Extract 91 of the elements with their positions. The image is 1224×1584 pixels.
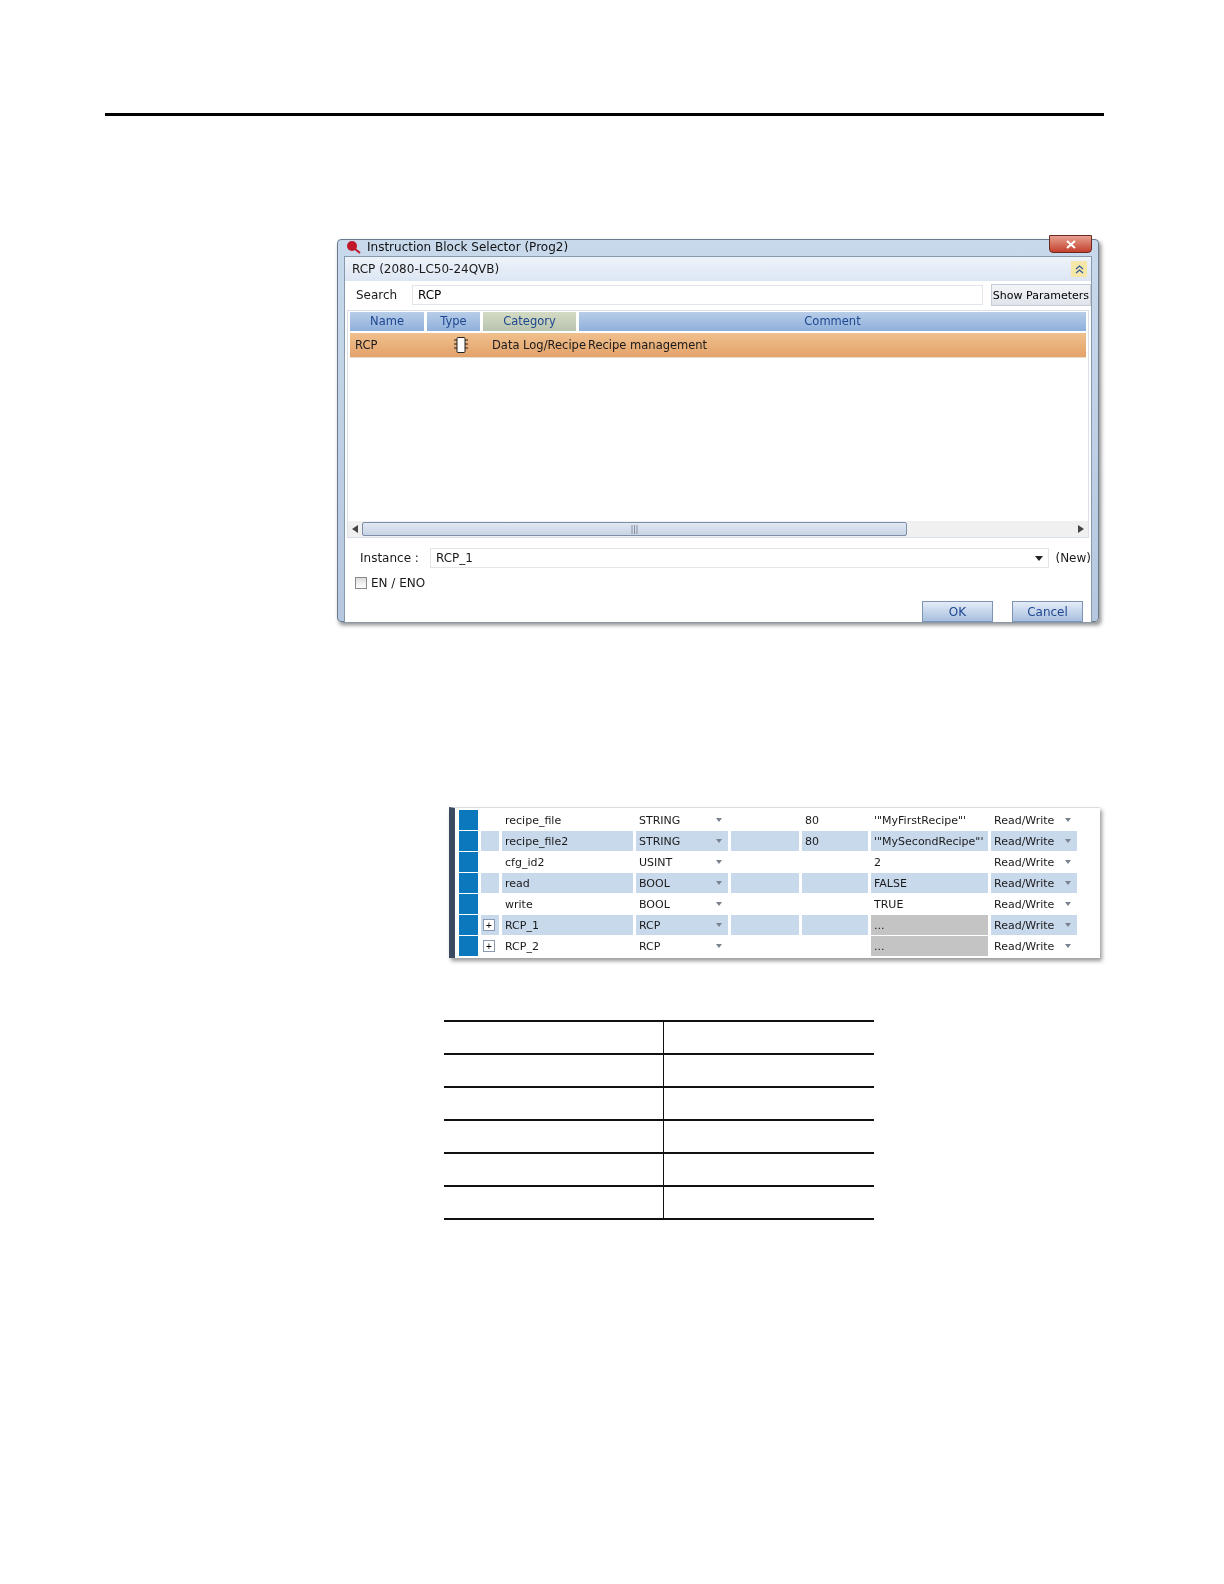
dropdown-arrow-icon xyxy=(1065,860,1071,864)
dropdown-arrow-icon xyxy=(716,923,722,927)
header-text: RCP (2080-LC50-24QVB) xyxy=(352,262,500,276)
dropdown-arrow-icon xyxy=(716,818,722,822)
access-dropdown[interactable]: Read/Write xyxy=(991,894,1077,914)
table-cell xyxy=(802,915,868,935)
close-icon xyxy=(1065,239,1076,249)
type-dropdown[interactable]: BOOL xyxy=(636,873,728,893)
length-cell-text: 80 xyxy=(804,812,820,829)
table-cell xyxy=(731,915,799,935)
dropdown-arrow-icon xyxy=(1065,902,1071,906)
table-cell xyxy=(731,831,799,851)
value-cell: ... xyxy=(871,915,988,935)
value-cell-text: 2 xyxy=(873,854,882,871)
name-cell-text: recipe_file xyxy=(504,812,563,829)
value-cell-text: TRUE xyxy=(873,896,905,913)
row-comment: Recipe management xyxy=(587,338,709,352)
close-button[interactable] xyxy=(1049,235,1092,253)
instance-dropdown[interactable]: RCP_1 xyxy=(430,548,1050,568)
new-label: (New) xyxy=(1054,551,1091,565)
row-category: Data Log/Recipe xyxy=(491,338,584,352)
cancel-button[interactable]: Cancel xyxy=(1012,601,1083,622)
dropdown-arrow-icon xyxy=(1065,818,1071,822)
app-logo-icon xyxy=(346,240,362,254)
value-cell-text: '"MyFirstRecipe"' xyxy=(873,812,968,829)
instance-label: Instance : xyxy=(359,551,420,565)
name-cell: read xyxy=(502,873,633,893)
access-dropdown[interactable]: Read/Write xyxy=(991,810,1077,830)
name-cell: RCP_1 xyxy=(502,915,633,935)
ok-button[interactable]: OK xyxy=(922,601,993,622)
search-label: Search xyxy=(355,288,399,302)
expand-button[interactable]: + xyxy=(483,919,495,931)
access-dropdown[interactable]: Read/Write xyxy=(991,852,1077,872)
type-dropdown[interactable]: RCP xyxy=(636,936,728,956)
dropdown-arrow-icon xyxy=(1065,881,1071,885)
table-cell xyxy=(731,873,799,893)
column-header[interactable]: Type xyxy=(427,312,480,331)
window-title: Instruction Block Selector (Prog2) xyxy=(367,240,569,254)
type-dropdown[interactable]: STRING xyxy=(636,831,728,851)
name-cell-text: write xyxy=(504,896,534,913)
double-chevron-icon xyxy=(1074,264,1084,274)
chip-icon xyxy=(452,336,469,354)
value-cell: ... xyxy=(871,936,988,956)
table-cell xyxy=(802,873,868,893)
right-arrow-icon xyxy=(1078,525,1084,533)
row-marker[interactable] xyxy=(459,852,478,872)
name-cell: recipe_file2 xyxy=(502,831,633,851)
dropdown-arrow-icon xyxy=(1065,944,1071,948)
dropdown-arrow-icon xyxy=(1035,555,1044,561)
dropdown-arrow-icon xyxy=(716,881,722,885)
dropdown-arrow-icon xyxy=(716,860,722,864)
dropdown-arrow-icon xyxy=(1065,923,1071,927)
access-dropdown[interactable]: Read/Write xyxy=(991,936,1077,956)
length-cell: 80 xyxy=(802,831,868,851)
name-cell-text: cfg_id2 xyxy=(504,854,546,871)
column-header[interactable]: Category xyxy=(483,312,576,331)
collapse-button[interactable] xyxy=(1071,261,1087,277)
dropdown-arrow-icon xyxy=(716,839,722,843)
row-marker[interactable] xyxy=(459,894,478,914)
horizontal-scrollbar[interactable] xyxy=(348,521,1088,537)
value-cell: '"MySecondRecipe"' xyxy=(871,831,988,851)
list-row[interactable]: RCP Data Log/Recipe Recipe management xyxy=(350,333,1086,358)
column-header[interactable]: Comment xyxy=(579,312,1086,331)
row-marker[interactable] xyxy=(459,831,478,851)
row-marker[interactable] xyxy=(459,915,478,935)
dropdown-arrow-icon xyxy=(716,944,722,948)
dropdown-arrow-icon xyxy=(716,902,722,906)
access-dropdown[interactable]: Read/Write xyxy=(991,915,1077,935)
row-marker[interactable] xyxy=(459,936,478,956)
type-dropdown[interactable]: STRING xyxy=(636,810,728,830)
dropdown-arrow-icon xyxy=(1065,839,1071,843)
grip-icon xyxy=(631,524,638,534)
type-dropdown[interactable]: RCP xyxy=(636,915,728,935)
show-parameters-button[interactable]: Show Parameters xyxy=(990,284,1091,306)
access-dropdown[interactable]: Read/Write xyxy=(991,831,1077,851)
table-cell xyxy=(481,831,499,851)
en-eno-checkbox[interactable]: EN / ENO xyxy=(355,576,426,590)
value-cell: FALSE xyxy=(871,873,988,893)
type-dropdown[interactable]: BOOL xyxy=(636,894,728,914)
scroll-thumb[interactable] xyxy=(362,522,907,536)
table-cell xyxy=(481,873,499,893)
type-dropdown[interactable]: USINT xyxy=(636,852,728,872)
row-marker[interactable] xyxy=(459,810,478,830)
column-header[interactable]: Name xyxy=(350,312,424,331)
expand-button[interactable]: + xyxy=(483,940,495,952)
name-cell-text: RCP_2 xyxy=(504,938,540,955)
access-dropdown[interactable]: Read/Write xyxy=(991,873,1077,893)
row-marker[interactable] xyxy=(459,873,478,893)
left-arrow-icon xyxy=(352,525,358,533)
search-field[interactable]: RCP xyxy=(412,285,983,305)
row-name: RCP xyxy=(354,338,379,352)
